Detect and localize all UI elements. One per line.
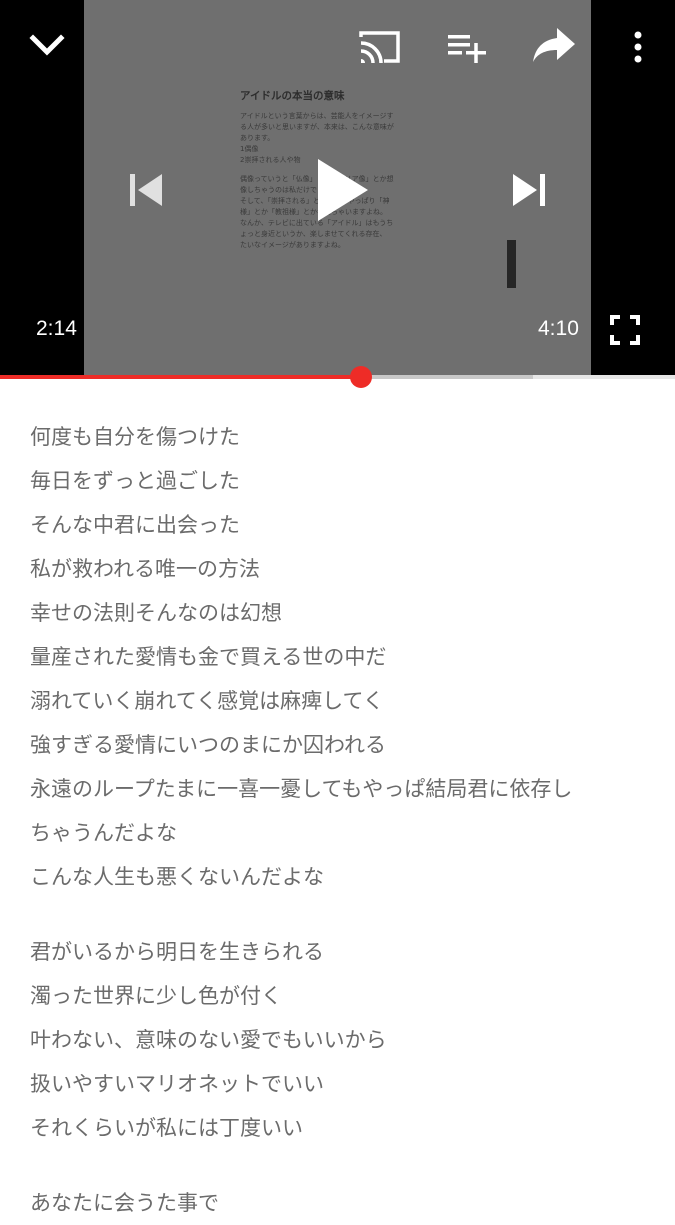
- lyric-line: そんな中君に出会った: [30, 513, 240, 537]
- doc-line: る人が多いと思いますが、本来は、こんな意味が: [240, 123, 394, 131]
- play-icon[interactable]: [312, 155, 372, 225]
- lyrics-stanza: あなたに会うた事で: [30, 1181, 650, 1225]
- lyrics-stanza: 君がいるから明日を生きられる 濁った世界に少し色が付く 叶わない、意味のない愛で…: [30, 930, 650, 1150]
- lyric-line: 叶わない、意味のない愛でもいいから: [30, 1028, 387, 1052]
- more-vert-icon[interactable]: [629, 30, 647, 64]
- chevron-down-icon[interactable]: [27, 29, 67, 61]
- doc-line: たいなイメージがありますよね。: [240, 241, 345, 249]
- skip-next-icon[interactable]: [509, 170, 549, 210]
- seek-handle[interactable]: [350, 366, 373, 388]
- share-icon[interactable]: [531, 26, 577, 64]
- playlist-add-icon[interactable]: [446, 32, 488, 64]
- lyric-line: 永遠のループたまに一喜一憂してもやっぱ結局君に依存し: [30, 777, 573, 801]
- bookmark-ribbon: [507, 240, 516, 288]
- lyric-line: 君がいるから明日を生きられる: [30, 940, 324, 964]
- lyric-line: 毎日をずっと過ごした: [30, 469, 240, 493]
- lyric-line: 幸せの法則そんなのは幻想: [30, 601, 282, 625]
- played-bar: [0, 375, 362, 379]
- current-time: 2:14: [36, 317, 77, 340]
- lyric-line: 溺れていく崩れてく感覚は麻痺してく: [30, 689, 384, 713]
- lyric-line: こんな人生も悪くないんだよな: [30, 865, 324, 889]
- buffered-bar: [361, 375, 534, 379]
- lyric-line: 量産された愛情も金で買える世の中だ: [30, 645, 387, 669]
- skip-previous-icon[interactable]: [126, 170, 166, 210]
- doc-line: あります。: [240, 134, 275, 142]
- fullscreen-icon[interactable]: [608, 313, 642, 347]
- doc-line: アイドルという言葉からは、芸能人をイメージす: [240, 112, 394, 120]
- lyric-line: ちゃうんだよな: [30, 821, 177, 845]
- lyrics-text: 何度も自分を傷つけた 毎日をずっと過ごした そんな中君に出会った 私が救われる唯…: [30, 415, 650, 1225]
- seek-bar[interactable]: [0, 375, 675, 379]
- doc-line: 1偶像: [240, 145, 259, 153]
- doc-title: アイドルの本当の意味: [240, 90, 345, 102]
- duration: 4:10: [538, 317, 579, 340]
- lyric-line: 扱いやすいマリオネットでいい: [30, 1072, 324, 1096]
- doc-line: ょっと身近というか、楽しませてくれる存在、: [240, 230, 387, 238]
- unbuffered-bar: [533, 375, 675, 379]
- lyrics-stanza: 何度も自分を傷つけた 毎日をずっと過ごした そんな中君に出会った 私が救われる唯…: [30, 415, 650, 899]
- cast-icon[interactable]: [358, 29, 402, 65]
- lyric-line: 私が救われる唯一の方法: [30, 557, 260, 581]
- lyric-line: 何度も自分を傷つけた: [30, 425, 240, 449]
- video-player[interactable]: アイドルの本当の意味 アイドルという言葉からは、芸能人をイメージす る人が多いと…: [0, 0, 675, 378]
- lyric-line: 強すぎる愛情にいつのまにか囚われる: [30, 733, 386, 757]
- lyric-line: 濁った世界に少し色が付く: [30, 984, 282, 1008]
- lyric-line: それくらいが私には丁度いい: [30, 1116, 303, 1140]
- lyric-line: あなたに会うた事で: [30, 1191, 219, 1215]
